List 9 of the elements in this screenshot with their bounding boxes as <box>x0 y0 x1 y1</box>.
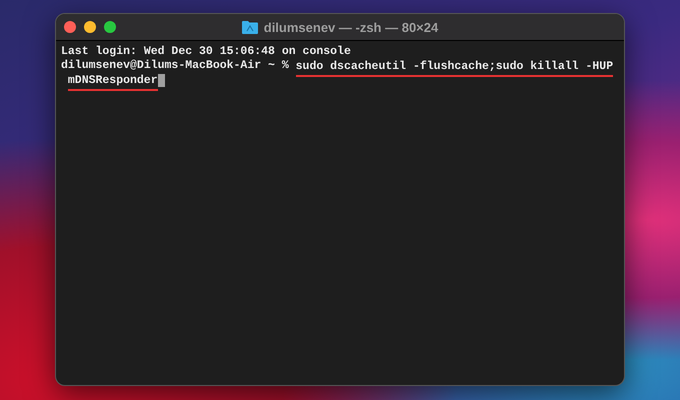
close-button[interactable] <box>64 21 76 33</box>
underlined-command-text: sudo dscacheutil -flushcache;sudo killall -HUP <box>296 60 614 76</box>
minimize-button[interactable] <box>84 21 96 33</box>
terminal-text: Last login: Wed Dec 30 15:06:48 on console <box>61 45 351 59</box>
terminal-text: dilumsenev@Dilums-MacBook-Air ~ % <box>61 59 290 73</box>
window-title: dilumsenev — -zsh — 80×24 <box>264 20 438 34</box>
folder-icon <box>242 20 258 34</box>
underlined-command-text: mDNSResponder <box>68 74 158 90</box>
zoom-button[interactable] <box>104 21 116 33</box>
